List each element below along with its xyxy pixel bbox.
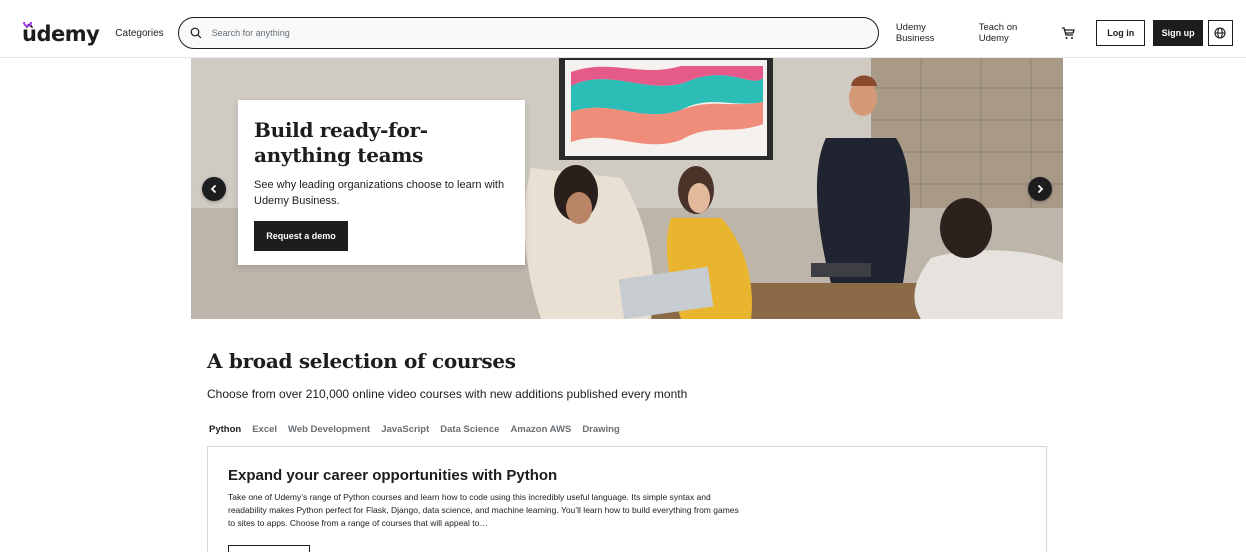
search-bar[interactable] — [177, 17, 879, 49]
teach-on-udemy-link[interactable]: Teach on Udemy — [979, 22, 1048, 44]
logo-text: ûdemy — [22, 22, 100, 46]
courses-section-subtitle: Choose from over 210,000 online video co… — [207, 387, 688, 401]
udemy-logo[interactable]: ûdemy — [22, 20, 100, 46]
course-panel: Expand your career opportunities with Py… — [207, 446, 1047, 552]
language-button[interactable] — [1207, 20, 1233, 46]
udemy-business-link[interactable]: Udemy Business — [896, 22, 965, 44]
hero-description: See why leading organizations choose to … — [254, 179, 505, 207]
chevron-left-icon — [210, 184, 217, 194]
course-category-tabs: Python Excel Web Development JavaScript … — [209, 424, 631, 435]
globe-icon — [1214, 27, 1226, 39]
login-button[interactable]: Log in — [1096, 20, 1146, 46]
cart-icon — [1062, 27, 1076, 39]
tab-excel[interactable]: Excel — [252, 424, 277, 435]
search-icon[interactable] — [190, 27, 202, 39]
tab-amazon-aws[interactable]: Amazon AWS — [510, 424, 571, 435]
tab-web-development[interactable]: Web Development — [288, 424, 370, 435]
panel-description: Take one of Udemy’s range of Python cour… — [228, 492, 739, 528]
explore-python-button[interactable] — [228, 545, 310, 552]
hero-card: Build ready-for-anything teams See why l… — [238, 100, 525, 265]
cart-button[interactable] — [1061, 25, 1076, 41]
carousel-next-button[interactable] — [1028, 177, 1052, 201]
signup-button[interactable]: Sign up — [1153, 20, 1203, 46]
tab-javascript[interactable]: JavaScript — [381, 424, 429, 435]
tab-python[interactable]: Python — [209, 424, 241, 435]
hero-banner: Build ready-for-anything teams See why l… — [191, 58, 1063, 319]
chevron-right-icon — [1037, 184, 1044, 194]
panel-title: Expand your career opportunities with Py… — [228, 467, 558, 484]
courses-section-title: A broad selection of courses — [207, 349, 516, 373]
search-input[interactable] — [211, 28, 812, 38]
tab-data-science[interactable]: Data Science — [440, 424, 499, 435]
carousel-prev-button[interactable] — [202, 177, 226, 201]
categories-link[interactable]: Categories — [115, 28, 163, 39]
request-demo-button[interactable]: Request a demo — [254, 221, 348, 251]
hero-title: Build ready-for-anything teams — [254, 118, 428, 167]
tab-drawing[interactable]: Drawing — [582, 424, 619, 435]
